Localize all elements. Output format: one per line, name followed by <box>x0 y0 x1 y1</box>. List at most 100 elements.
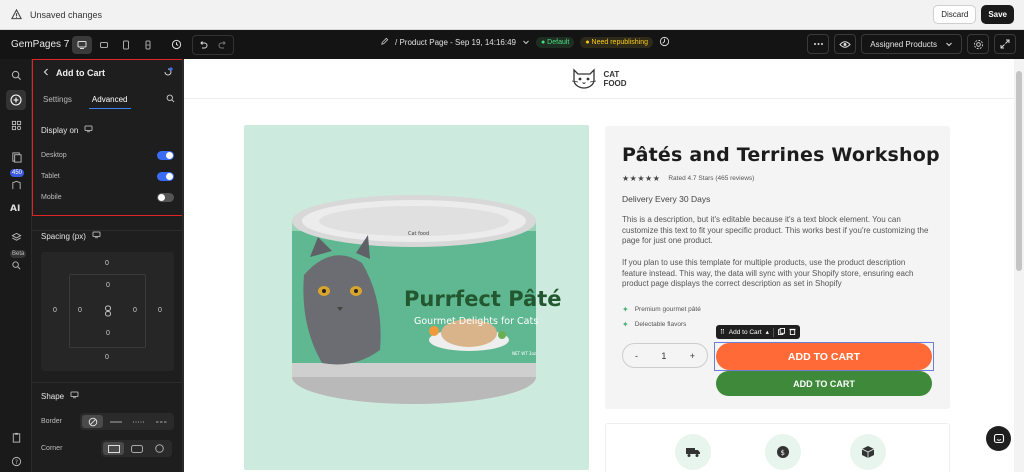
feature-item: ✦ Delectable flavors <box>622 320 687 329</box>
page-info[interactable]: / Product Page - Sep 19, 14:16:49 ● Defa… <box>380 36 670 49</box>
add-to-cart-button-secondary[interactable]: ADD TO CART <box>716 371 932 396</box>
can-product-name: Purrfect Pâté <box>404 287 562 311</box>
editor-toolbar: GemPages 7 / Product Page - Sep 19, 14:1… <box>0 30 1024 59</box>
search-icon[interactable] <box>6 65 26 85</box>
panel-title: Add to Cart <box>56 68 105 78</box>
discard-button[interactable]: Discard <box>933 5 977 24</box>
add-element-icon[interactable] <box>6 90 26 110</box>
ai-assistant-icon[interactable]: AI <box>6 197 26 217</box>
canvas-scroll-thumb[interactable] <box>1016 71 1022 271</box>
publish-settings-icon[interactable] <box>659 36 670 49</box>
status-badge-default: ● Default <box>535 37 575 48</box>
border-none-icon[interactable] <box>82 415 103 428</box>
layers-icon[interactable] <box>6 227 26 247</box>
border-dashed-icon[interactable] <box>151 415 172 428</box>
back-chevron-icon[interactable] <box>42 68 50 78</box>
drag-handle-icon[interactable]: ⠿ <box>720 328 725 336</box>
undo-redo-group <box>192 34 234 55</box>
library-icon[interactable] <box>6 175 26 195</box>
clipboard-icon[interactable] <box>6 427 26 447</box>
history-icon[interactable] <box>166 36 186 54</box>
edit-pencil-icon <box>380 37 389 48</box>
qty-plus-button[interactable]: + <box>690 351 695 361</box>
corner-style-selector <box>101 440 172 457</box>
money-back-icon: $ <box>765 434 801 470</box>
assigned-products-dropdown[interactable]: Assigned Products <box>861 34 962 54</box>
pages-icon[interactable] <box>6 147 26 167</box>
tab-settings[interactable]: Settings <box>40 91 75 108</box>
rating-stars: ★★★★★ <box>622 174 661 183</box>
margin-right-value[interactable]: 0 <box>153 307 167 314</box>
page-title[interactable]: / Product Page - Sep 19, 14:16:49 <box>395 38 516 47</box>
product-image[interactable]: Purrfect Pâté Gourmet Delights for Cats … <box>244 125 589 470</box>
chat-support-button[interactable] <box>986 426 1011 451</box>
display-mobile-toggle[interactable] <box>157 193 174 202</box>
icon-rail: 450 AI Beta ? <box>0 59 32 472</box>
beta-feature-icon[interactable] <box>6 255 26 275</box>
store-logo-text: CAT FOOD <box>603 69 627 88</box>
link-spacing-icon[interactable] <box>103 305 113 317</box>
sections-icon[interactable] <box>6 115 26 135</box>
mobile-view-icon[interactable] <box>138 36 158 54</box>
corner-rounded-icon[interactable] <box>126 442 147 455</box>
corner-square-icon[interactable] <box>103 442 124 455</box>
display-desktop-toggle[interactable] <box>157 151 174 160</box>
element-info-icon[interactable] <box>163 67 173 79</box>
margin-left-value[interactable]: 0 <box>48 307 62 314</box>
qty-minus-button[interactable]: - <box>635 351 638 361</box>
cat-logo-icon <box>571 66 597 92</box>
desktop-view-icon[interactable] <box>72 35 92 54</box>
padding-bottom-value[interactable]: 0 <box>101 330 115 337</box>
preview-eye-icon[interactable] <box>834 34 857 54</box>
fullscreen-icon[interactable] <box>994 34 1016 54</box>
element-settings-panel: Add to Cart Settings Advanced Display on… <box>32 59 183 472</box>
corner-circle-icon[interactable] <box>149 442 170 455</box>
undo-icon[interactable] <box>193 36 213 54</box>
help-icon[interactable]: ? <box>6 451 26 471</box>
element-toolbar-label[interactable]: Add to Cart <box>729 329 762 336</box>
chevron-down-icon[interactable] <box>522 38 530 48</box>
canvas-scrollbar[interactable] <box>1014 59 1024 472</box>
product-description-1[interactable]: This is a description, but it's editable… <box>622 215 932 247</box>
feature-item: ✦ Premium gourmet pâté <box>622 305 701 314</box>
border-style-selector <box>80 413 174 430</box>
more-options-icon[interactable] <box>807 34 830 54</box>
duplicate-icon[interactable] <box>777 327 785 337</box>
delivery-text[interactable]: Delivery Every 30 Days <box>622 194 710 204</box>
padding-top-value[interactable]: 0 <box>101 282 115 289</box>
display-tablet-label: Tablet <box>41 173 60 180</box>
padding-left-value[interactable]: 0 <box>73 307 87 314</box>
padding-box: 0 0 0 0 <box>69 274 146 348</box>
laptop-view-icon[interactable] <box>94 36 114 54</box>
spacing-heading: Spacing (px) <box>32 231 110 241</box>
border-dotted-icon[interactable] <box>128 415 149 428</box>
display-mobile-label: Mobile <box>41 194 62 201</box>
cat-food-can-image: Purrfect Pâté Gourmet Delights for Cats … <box>292 195 562 404</box>
unsaved-label: Unsaved changes <box>30 9 103 20</box>
settings-gear-icon[interactable] <box>967 34 989 54</box>
caret-up-icon[interactable]: ▴ <box>766 328 769 336</box>
save-button[interactable]: Save <box>981 5 1014 24</box>
display-mobile-row: Mobile <box>32 187 183 208</box>
search-icon[interactable] <box>166 94 175 105</box>
element-toolbar: ⠿ Add to Cart ▴ <box>716 325 800 339</box>
page-canvas: CAT FOOD Purrfect Pâté Gourmet Delights … <box>184 59 1014 472</box>
device-icon <box>70 391 79 401</box>
product-title[interactable]: Pâtés and Terrines Workshop <box>622 144 940 166</box>
product-description-2[interactable]: If you plan to use this template for mul… <box>622 258 932 290</box>
tablet-view-icon[interactable] <box>116 36 136 54</box>
margin-top-value[interactable]: 0 <box>100 260 114 267</box>
qty-value[interactable]: 1 <box>661 351 666 361</box>
border-row: Border <box>41 413 174 430</box>
tab-advanced[interactable]: Advanced <box>88 91 131 109</box>
border-solid-icon[interactable] <box>105 415 126 428</box>
padding-right-value[interactable]: 0 <box>128 307 142 314</box>
margin-bottom-value[interactable]: 0 <box>100 354 114 361</box>
divider <box>32 382 183 383</box>
display-tablet-toggle[interactable] <box>157 172 174 181</box>
redo-icon[interactable] <box>213 36 233 54</box>
device-icon <box>92 231 101 241</box>
add-to-cart-button[interactable]: ADD TO CART <box>716 343 932 370</box>
delete-icon[interactable] <box>789 328 796 337</box>
border-label: Border <box>41 418 63 425</box>
